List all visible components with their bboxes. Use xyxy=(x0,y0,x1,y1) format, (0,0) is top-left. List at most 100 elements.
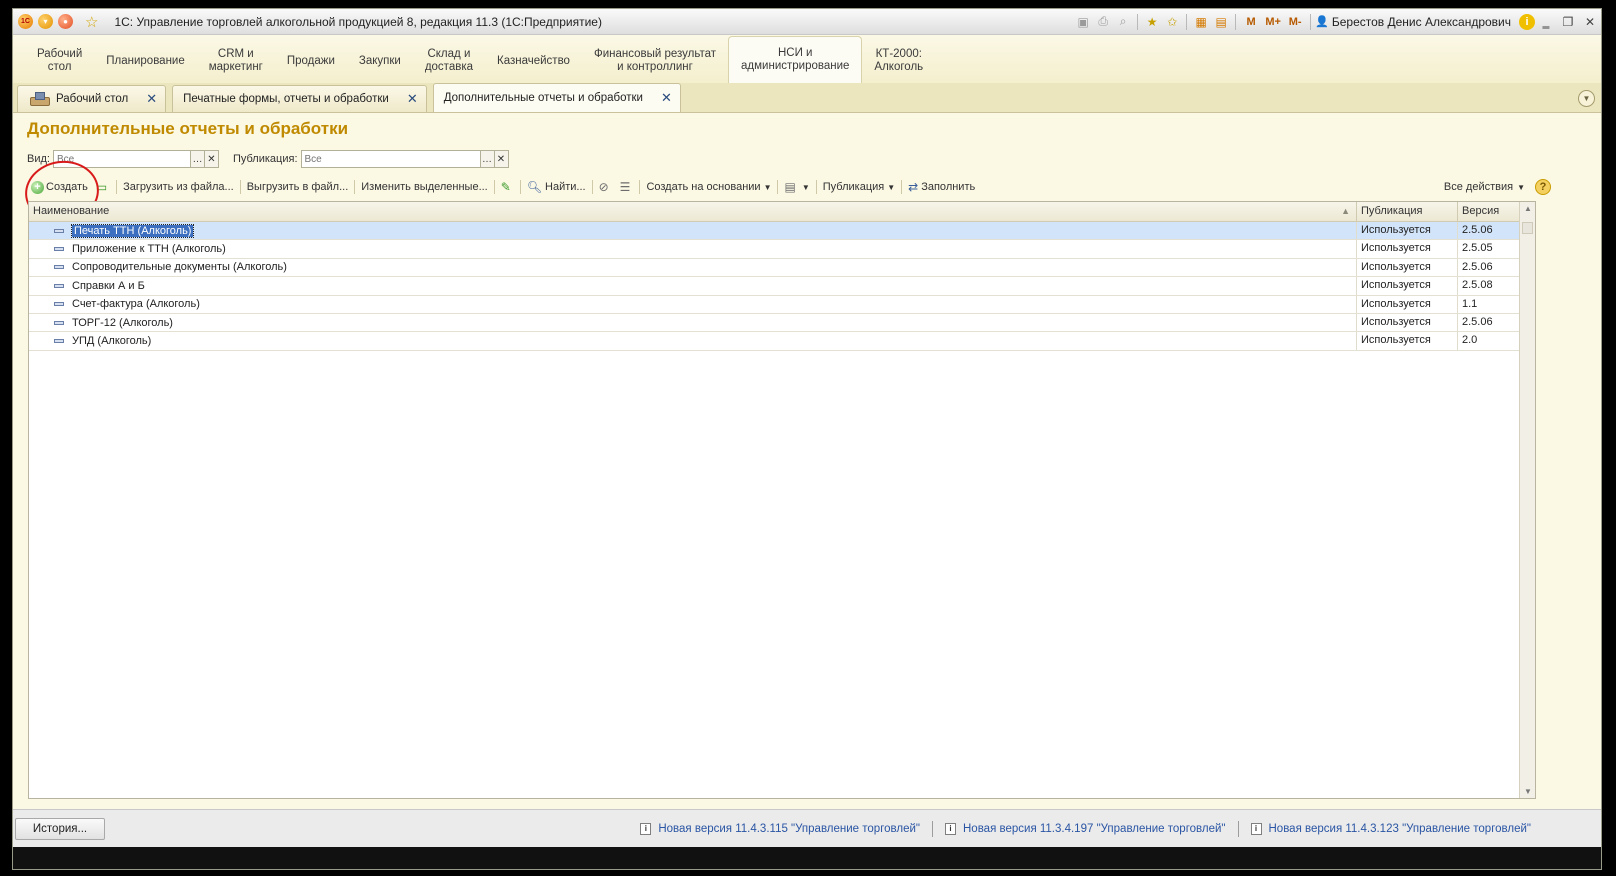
name-cell[interactable]: Справки А и Б xyxy=(29,277,1357,295)
section-item[interactable]: Рабочий стол xyxy=(25,39,94,83)
navigation-icon[interactable]: ● xyxy=(58,14,73,29)
edit-selected-button[interactable]: Изменить выделенные... xyxy=(357,176,491,198)
print-menu-button[interactable]: ▤ ▼ xyxy=(780,176,813,198)
publication-cell[interactable]: Используется xyxy=(1357,295,1458,313)
section-item[interactable]: CRM и маркетинг xyxy=(197,39,275,83)
list-settings-button[interactable]: ☰ xyxy=(616,176,638,198)
version-cell[interactable]: 2.5.05 xyxy=(1458,240,1521,258)
favorites-add-icon[interactable]: ★ xyxy=(1142,12,1162,32)
tab-desktop[interactable]: Рабочий стол ✕ xyxy=(17,85,167,112)
table-row[interactable]: Сопроводительные документы (Алкоголь) Исп… xyxy=(29,258,1535,278)
version-cell[interactable]: 2.5.08 xyxy=(1458,277,1521,295)
scroll-down-icon[interactable]: ▼ xyxy=(1524,787,1532,796)
memory-mminus-button[interactable]: M- xyxy=(1284,16,1306,28)
tabs-dropdown-icon[interactable]: ▼ xyxy=(1578,90,1595,107)
tab-additional-reports[interactable]: Дополнительные отчеты и обработки ✕ xyxy=(432,83,681,112)
name-cell[interactable]: Счет-фактура (Алкоголь) xyxy=(29,295,1357,313)
info-icon[interactable]: i xyxy=(1519,13,1535,30)
calendar-icon[interactable]: ▤ xyxy=(1211,12,1231,32)
notice-item[interactable]: i Новая версия 11.3.4.197 "Управление то… xyxy=(945,822,1226,835)
table-row[interactable]: ТОРГ-12 (Алкоголь) Используется 2.5.06 xyxy=(29,313,1535,333)
version-cell[interactable]: 2.5.06 xyxy=(1458,258,1521,277)
favorites-star-icon[interactable]: ☆ xyxy=(85,13,98,31)
preview-icon[interactable]: ⌕ xyxy=(1113,12,1133,32)
column-header-publication[interactable]: Публикация xyxy=(1357,202,1458,221)
restore-button[interactable]: ❐ xyxy=(1557,15,1579,29)
section-item[interactable]: КТ-2000: Алкоголь xyxy=(862,39,935,83)
column-header-name[interactable]: Наименование ▲ xyxy=(29,202,1357,221)
column-header-version[interactable]: Версия xyxy=(1458,202,1521,221)
close-icon[interactable]: ✕ xyxy=(661,90,672,106)
name-cell[interactable]: УПД (Алкоголь) xyxy=(29,332,1357,350)
print-icon[interactable]: ⎙ xyxy=(1093,12,1113,32)
create-button[interactable]: + Создать xyxy=(27,176,92,198)
bookmark-icon[interactable]: ✩ xyxy=(1162,12,1182,32)
close-window-button[interactable]: ✕ xyxy=(1579,15,1601,29)
close-icon[interactable]: ✕ xyxy=(146,91,157,107)
kind-filter-input[interactable] xyxy=(52,150,191,168)
section-item[interactable]: Закупки xyxy=(347,39,413,83)
section-item[interactable]: Склад и доставка xyxy=(413,39,485,83)
mark-delete-button[interactable]: ✎ xyxy=(497,176,518,198)
main-menu-icon[interactable]: ▾ xyxy=(38,14,53,29)
scroll-thumb[interactable] xyxy=(1522,222,1533,234)
current-user[interactable]: 👤 Берестов Денис Александрович xyxy=(1315,15,1511,29)
minimize-button[interactable]: ‗ xyxy=(1535,15,1557,29)
section-item[interactable]: Казначейство xyxy=(485,39,582,83)
version-cell[interactable]: 1.1 xyxy=(1458,295,1521,313)
publication-cell[interactable]: Используется xyxy=(1357,222,1458,240)
table-row[interactable]: Справки А и Б Используется 2.5.08 xyxy=(29,277,1535,296)
save-to-file-button[interactable]: Выгрузить в файл... xyxy=(243,176,353,198)
publication-select-button[interactable]: … xyxy=(480,150,495,168)
name-cell[interactable]: Печать ТТН (Алкоголь) xyxy=(29,222,1357,240)
memory-mplus-button[interactable]: M+ xyxy=(1262,16,1284,28)
kind-select-button[interactable]: … xyxy=(190,150,205,168)
section-item[interactable]: Финансовый результат и контроллинг xyxy=(582,39,728,83)
publication-filter-input[interactable] xyxy=(300,150,481,168)
table-row[interactable]: Приложение к ТТН (Алкоголь) Используется 2… xyxy=(29,240,1535,259)
publication-menu-button[interactable]: Публикация ▼ xyxy=(819,176,899,198)
section-item[interactable]: Продажи xyxy=(275,39,347,83)
tab-print-forms[interactable]: Печатные формы, отчеты и обработки ✕ xyxy=(172,85,427,112)
search-cancel-icon: ⊘ xyxy=(598,180,609,194)
find-button[interactable]: 🔍︎ Найти... xyxy=(523,176,590,198)
name-text: ТОРГ-12 (Алкоголь) xyxy=(72,316,173,329)
publication-cell[interactable]: Используется xyxy=(1357,240,1458,258)
version-cell[interactable]: 2.0 xyxy=(1458,332,1521,350)
calculator-icon[interactable]: ▦ xyxy=(1191,12,1211,32)
window-title: 1С: Управление торговлей алкогольной про… xyxy=(114,14,602,29)
publication-clear-button[interactable]: ✕ xyxy=(494,150,509,168)
close-icon[interactable]: ✕ xyxy=(407,91,418,107)
scroll-up-icon[interactable]: ▲ xyxy=(1524,204,1532,213)
table-row[interactable]: Печать ТТН (Алкоголь) Используется 2.5.06 xyxy=(29,222,1535,241)
name-cell[interactable]: Сопроводительные документы (Алкоголь) xyxy=(29,258,1357,277)
table-row[interactable]: УПД (Алкоголь) Используется 2.0 xyxy=(29,332,1535,351)
reports-table[interactable]: Наименование ▲ Публикация Версия Печать … xyxy=(28,201,1536,799)
kind-clear-button[interactable]: ✕ xyxy=(204,150,219,168)
app-logo-icon[interactable]: 1С xyxy=(18,14,33,29)
notice-item[interactable]: i Новая версия 11.4.3.115 "Управление то… xyxy=(640,822,920,835)
vertical-scrollbar[interactable]: ▲ ▼ xyxy=(1519,202,1535,798)
all-actions-menu[interactable]: Все действия ▼ ? xyxy=(1444,179,1551,195)
fill-button[interactable]: ⇄ Заполнить xyxy=(904,176,979,198)
publication-cell[interactable]: Используется xyxy=(1357,313,1458,332)
table-row[interactable]: Счет-фактура (Алкоголь) Используется 1.1 xyxy=(29,295,1535,314)
save-icon[interactable]: ▣ xyxy=(1073,12,1093,32)
help-icon[interactable]: ? xyxy=(1535,179,1551,195)
history-button[interactable]: История... xyxy=(15,817,105,840)
version-cell[interactable]: 2.5.06 xyxy=(1458,313,1521,332)
publication-cell[interactable]: Используется xyxy=(1357,258,1458,277)
create-based-on-button[interactable]: Создать на основании ▼ xyxy=(642,176,775,198)
section-item[interactable]: Планирование xyxy=(94,39,196,83)
name-cell[interactable]: Приложение к ТТН (Алкоголь) xyxy=(29,240,1357,258)
create-group-button[interactable]: ▭ xyxy=(92,176,114,198)
publication-cell[interactable]: Используется xyxy=(1357,277,1458,295)
version-cell[interactable]: 2.5.06 xyxy=(1458,222,1521,240)
publication-cell[interactable]: Используется xyxy=(1357,332,1458,350)
section-item[interactable]: НСИ и администрирование xyxy=(728,36,863,83)
load-from-file-button[interactable]: Загрузить из файла... xyxy=(119,176,238,198)
notice-item[interactable]: i Новая версия 11.4.3.123 "Управление то… xyxy=(1250,822,1531,835)
name-cell[interactable]: ТОРГ-12 (Алкоголь) xyxy=(29,313,1357,332)
cancel-search-button[interactable]: ⊘ xyxy=(595,176,616,198)
memory-m-button[interactable]: M xyxy=(1240,16,1262,28)
